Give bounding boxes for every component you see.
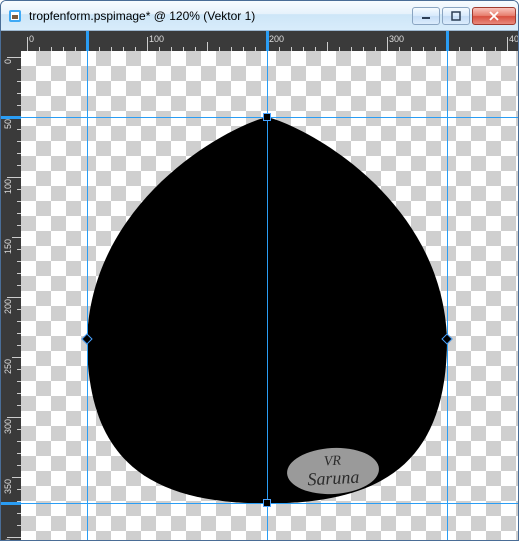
vector-shape[interactable] bbox=[21, 51, 518, 540]
ruler-origin[interactable] bbox=[1, 31, 21, 51]
canvas[interactable]: VR Saruna bbox=[21, 51, 518, 540]
vector-node[interactable] bbox=[263, 113, 271, 121]
titlebar[interactable]: tropfenform.pspimage* @ 120% (Vektor 1) bbox=[1, 1, 518, 31]
ruler-horizontal[interactable]: 0100200300400 bbox=[21, 31, 518, 51]
maximize-button[interactable] bbox=[442, 7, 470, 25]
app-window: tropfenform.pspimage* @ 120% (Vektor 1) … bbox=[0, 0, 519, 541]
ruler-vertical[interactable]: 050100150200250300350400 bbox=[1, 51, 21, 540]
watermark-line2: Saruna bbox=[307, 468, 360, 489]
minimize-button[interactable] bbox=[412, 7, 440, 25]
close-button[interactable] bbox=[472, 7, 516, 25]
app-icon bbox=[7, 8, 23, 24]
window-controls bbox=[412, 7, 516, 25]
document-area: 0100200300400 050100150200250300350400 V… bbox=[1, 31, 518, 540]
vector-node[interactable] bbox=[263, 499, 271, 507]
window-title: tropfenform.pspimage* @ 120% (Vektor 1) bbox=[29, 9, 412, 23]
